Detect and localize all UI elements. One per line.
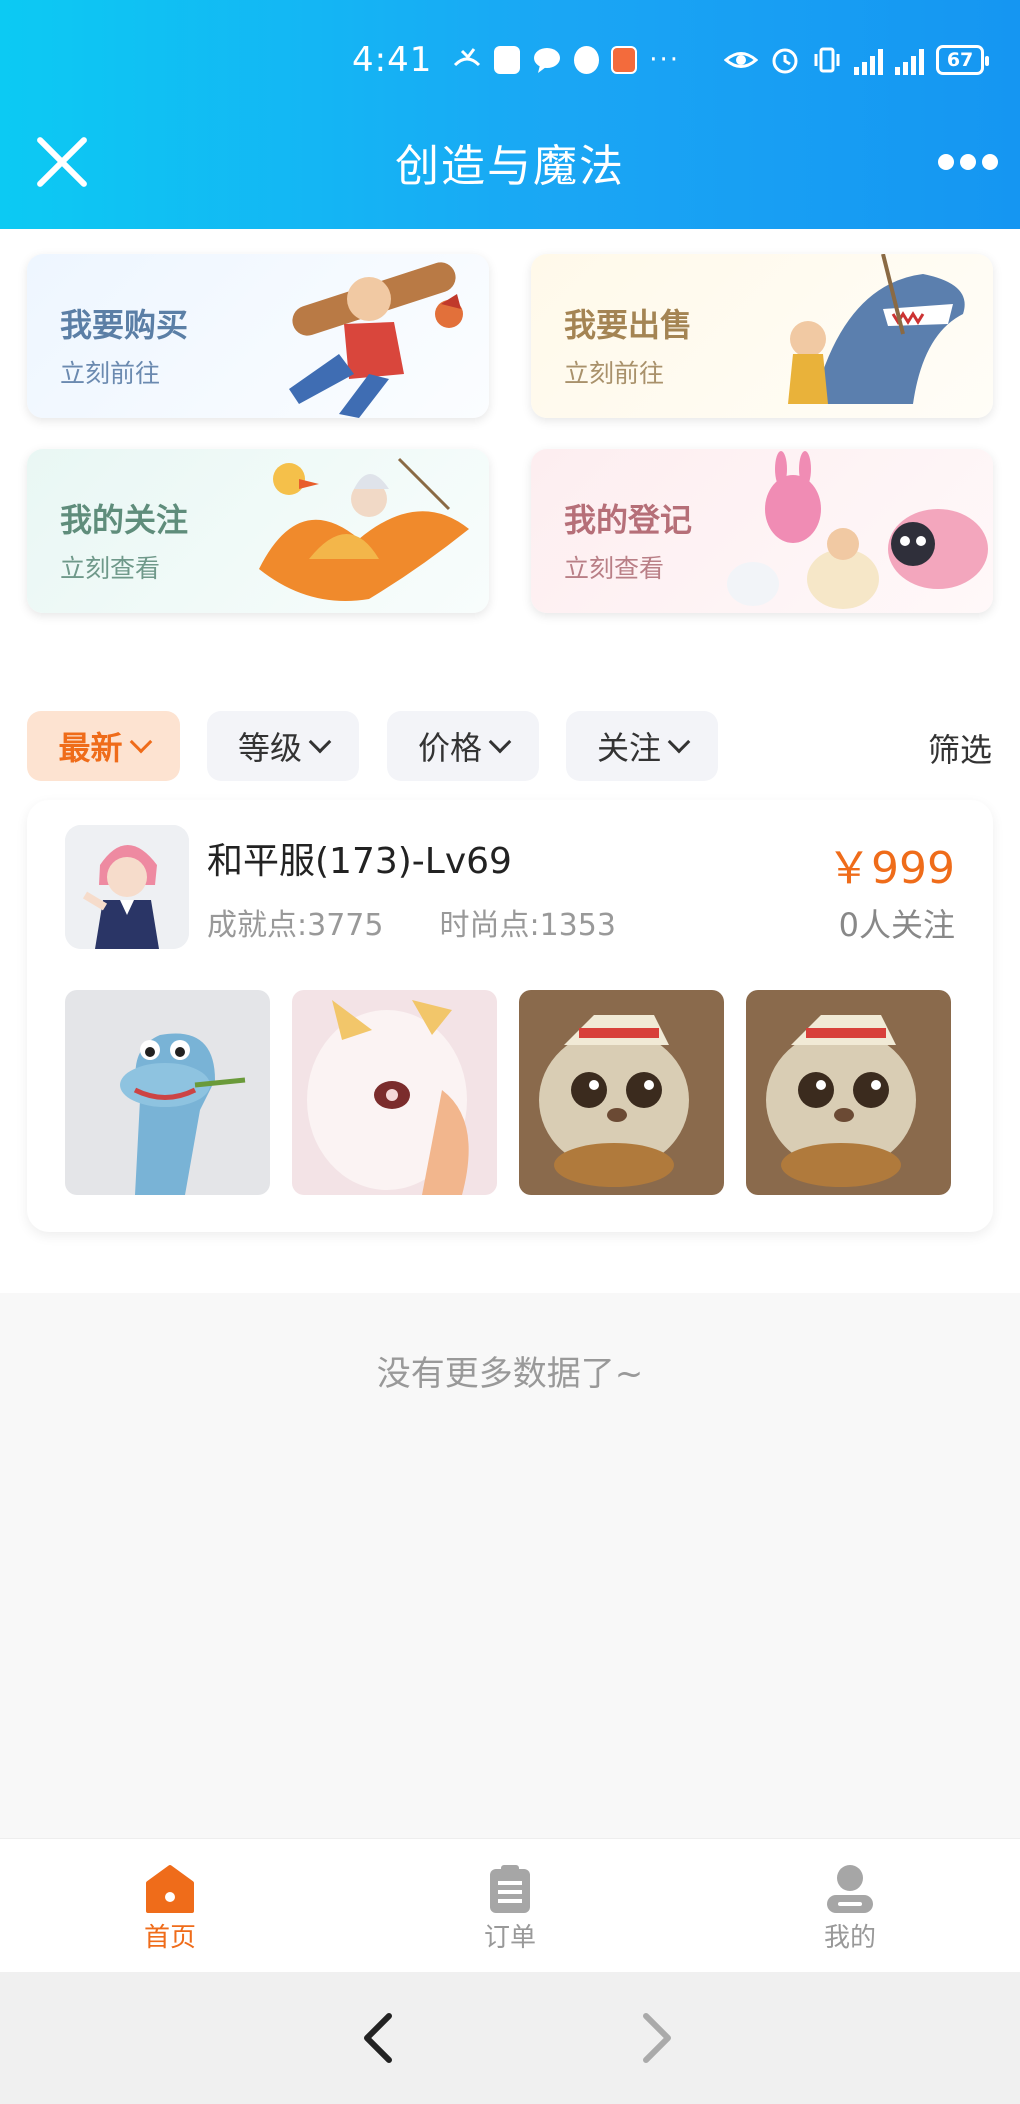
tab-mine-label: 我的 [823, 1923, 876, 1953]
tab-mine[interactable]: 我的 [790, 1863, 910, 1954]
listing-title: 和平服(173)-Lv69 [207, 841, 512, 882]
quick-actions: 我要购买 立刻前往 我要出售 立刻前往 我的关注 立刻查看 我的登记 立刻查看 [0, 229, 1020, 673]
sell-card-title: 我要出售 [564, 306, 693, 344]
squirrel-pet-icon [519, 990, 724, 1195]
achievement-points: 成就点:3775 [207, 908, 384, 943]
sort-follow-label: 关注 [596, 729, 661, 767]
sort-level-chip[interactable]: 等级 [207, 711, 359, 781]
squirrel-pet-icon [746, 990, 951, 1195]
more-notifications-icon: ··· [649, 45, 681, 75]
vibrate-icon [812, 45, 842, 75]
sort-price-label: 价格 [417, 729, 482, 767]
shark-illustration-icon [788, 254, 965, 404]
bottom-tab-bar: 首页 订单 我的 [0, 1838, 1020, 1972]
clipboard-icon [490, 1865, 530, 1913]
forward-arrow-icon[interactable] [620, 2002, 690, 2072]
app-header: 4:41 ··· 67 创造与魔法 [0, 0, 1020, 229]
listing-stats: 成就点:3775 时尚点:1353 [207, 900, 616, 944]
phoenix-illustration-icon [259, 457, 469, 601]
fashion-points: 时尚点:1353 [439, 908, 616, 943]
back-arrow-icon[interactable] [345, 2002, 415, 2072]
status-bar: 4:41 ··· 67 [352, 38, 989, 82]
no-more-data-text: 没有更多数据了~ [376, 1354, 644, 1394]
app-icon [611, 46, 638, 74]
chevron-down-icon [667, 730, 691, 754]
tab-orders-label: 订单 [483, 1923, 536, 1953]
chevron-down-icon [129, 730, 152, 754]
avatar [65, 825, 189, 949]
sell-card-subtitle: 立刻前往 [564, 359, 665, 388]
home-icon [146, 1865, 194, 1913]
battery-icon: 67 [936, 45, 989, 75]
farmer-illustration-icon [289, 262, 463, 418]
tab-orders[interactable]: 订单 [450, 1863, 570, 1954]
filter-button[interactable]: 筛选 [928, 725, 992, 771]
follow-card-title: 我的关注 [60, 501, 189, 539]
missed-call-icon [452, 45, 482, 75]
user-icon [827, 1865, 873, 1913]
sort-level-label: 等级 [237, 729, 302, 767]
sort-latest-label: 最新 [58, 729, 123, 767]
browser-nav-bar [0, 1972, 1020, 2104]
listing-card[interactable]: 和平服(173)-Lv69 成就点:3775 时尚点:1353 ￥999 0人关… [27, 800, 993, 1232]
signal-4g-icon [854, 45, 884, 75]
sort-follow-chip[interactable]: 关注 [566, 711, 718, 781]
tab-home-label: 首页 [143, 1923, 196, 1953]
register-card-title: 我的登记 [564, 501, 693, 539]
eye-icon [723, 45, 759, 75]
browser-icon [573, 46, 600, 74]
follow-count: 0人关注 [838, 906, 955, 944]
signal-5g-icon [895, 45, 925, 75]
pets-illustration-icon [727, 451, 988, 609]
follow-card[interactable]: 我的关注 立刻查看 [27, 449, 489, 613]
tab-home[interactable]: 首页 [110, 1863, 230, 1954]
sort-price-chip[interactable]: 价格 [387, 711, 539, 781]
more-options-button[interactable] [938, 150, 998, 174]
register-card-subtitle: 立刻查看 [564, 554, 665, 583]
chevron-down-icon [308, 730, 332, 754]
sell-card[interactable]: 我要出售 立刻前往 [531, 254, 993, 418]
buy-card-subtitle: 立刻前往 [60, 359, 161, 388]
follow-card-subtitle: 立刻查看 [60, 554, 161, 583]
app-notification-icon [494, 46, 520, 74]
buy-card-title: 我要购买 [60, 306, 189, 344]
message-icon [532, 45, 562, 75]
filter-bar: 最新 等级 价格 关注 筛选 [0, 673, 1020, 783]
buy-card[interactable]: 我要购买 立刻前往 [27, 254, 489, 418]
listing-price: ￥999 [827, 843, 955, 894]
white-rabbit-pet-icon [292, 990, 497, 1195]
sort-latest-chip[interactable]: 最新 [27, 711, 180, 781]
pet-thumbnails [65, 990, 951, 1195]
page-title: 创造与魔法 [395, 141, 625, 192]
status-time: 4:41 [352, 40, 433, 80]
blue-dragon-pet-icon [65, 990, 270, 1195]
chevron-down-icon [488, 730, 512, 754]
app-screen: { "status_bar": { "time": "4:41", "batte… [0, 0, 1020, 2104]
register-card[interactable]: 我的登记 立刻查看 [531, 449, 993, 613]
alarm-icon [770, 45, 800, 75]
